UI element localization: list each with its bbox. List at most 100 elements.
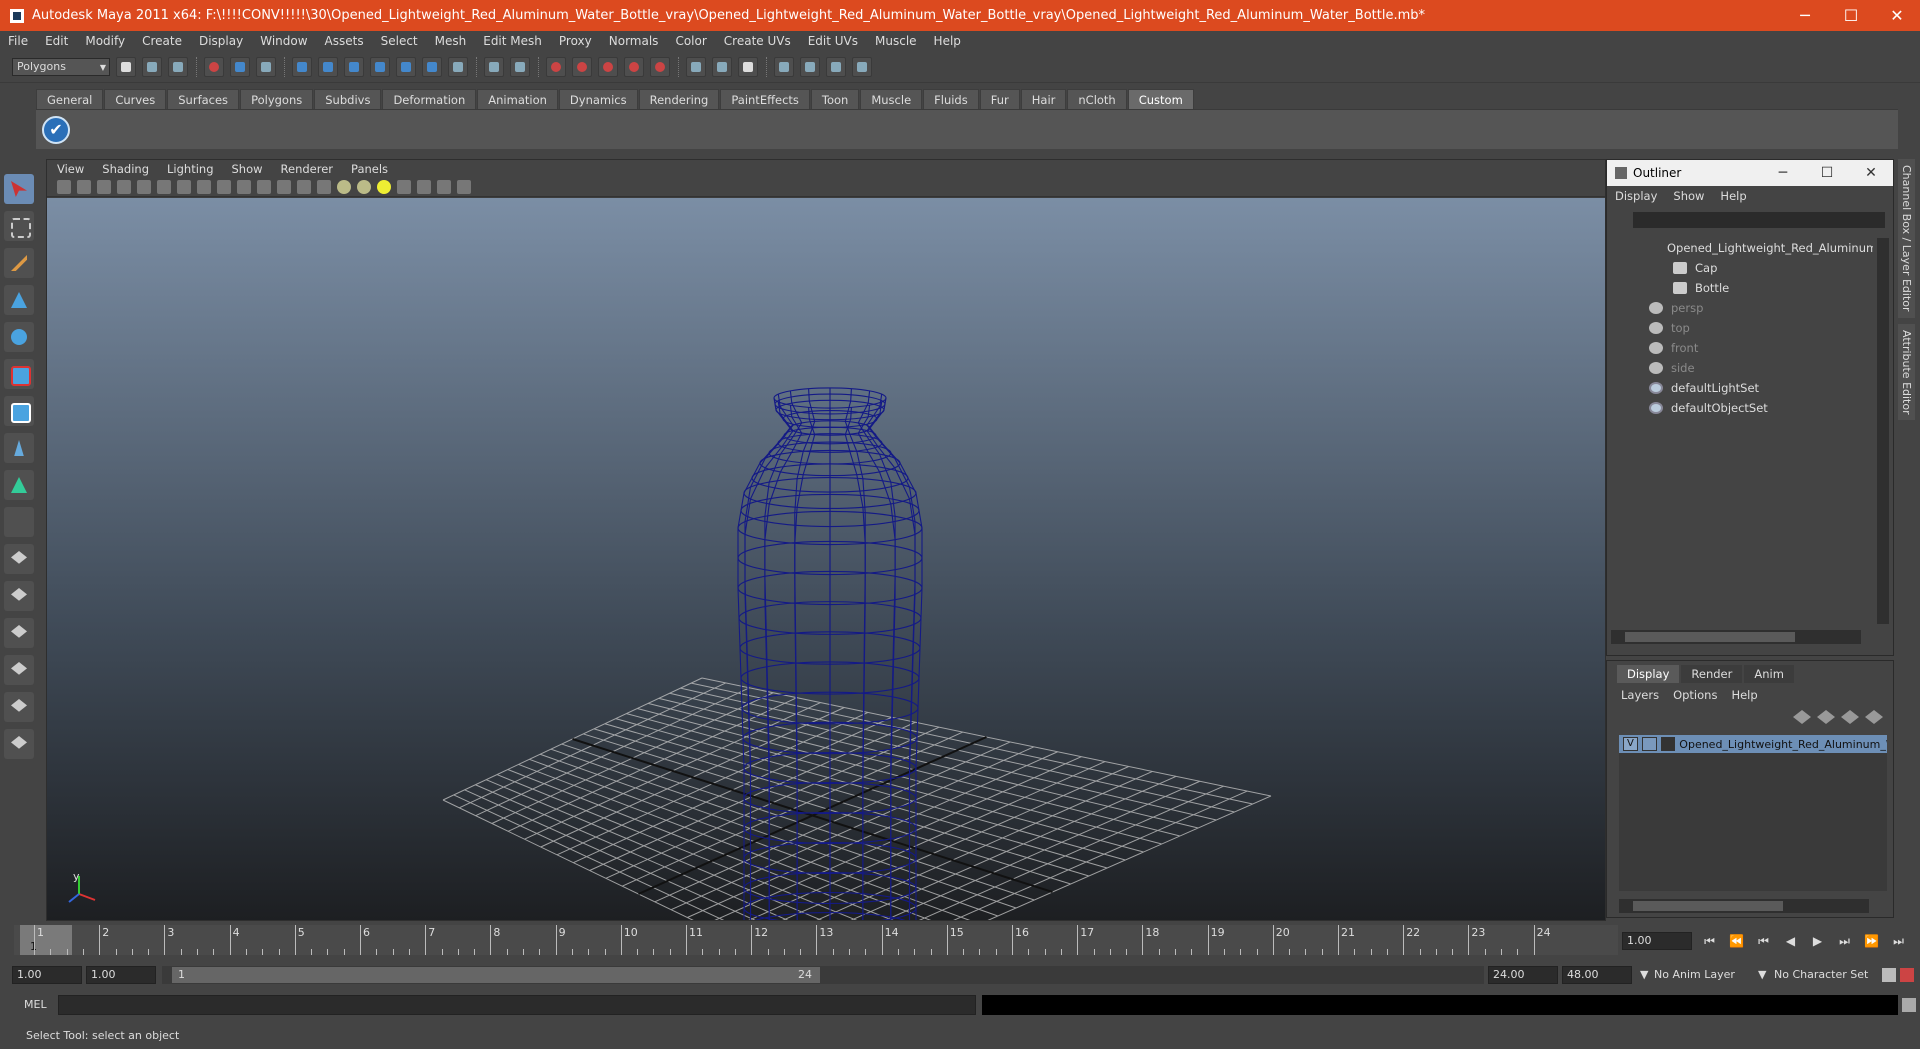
outliner-menu-show[interactable]: Show bbox=[1673, 189, 1704, 203]
smooth-shade-icon[interactable] bbox=[277, 180, 291, 194]
auto-key-icon[interactable] bbox=[1882, 968, 1896, 982]
shelf-tab-fur[interactable]: Fur bbox=[979, 89, 1020, 109]
tool-settings-icon[interactable] bbox=[800, 56, 820, 77]
snap-point-icon[interactable] bbox=[344, 56, 364, 77]
outliner-item-top[interactable]: top bbox=[1611, 318, 1873, 338]
step-forward-key-button[interactable]: ⏩ bbox=[1858, 932, 1885, 950]
show-manipulator-icon[interactable] bbox=[4, 470, 34, 500]
menu-proxy[interactable]: Proxy bbox=[559, 34, 592, 48]
shadows-icon[interactable] bbox=[377, 180, 391, 194]
menu-help[interactable]: Help bbox=[934, 34, 961, 48]
shelf-tab-surfaces[interactable]: Surfaces bbox=[167, 89, 240, 109]
layer-color-swatch[interactable] bbox=[1660, 737, 1676, 751]
outliner-item-bottle[interactable]: Bottle bbox=[1611, 278, 1873, 298]
select-by-hierarchy-icon[interactable] bbox=[204, 56, 224, 77]
layer-row[interactable]: V Opened_Lightweight_Red_Aluminum_Wat bbox=[1619, 735, 1887, 753]
shelf-tab-toon[interactable]: Toon bbox=[810, 89, 860, 109]
menu-window[interactable]: Window bbox=[260, 34, 307, 48]
shelf-tab-polygons[interactable]: Polygons bbox=[240, 89, 314, 109]
viewport-menu-view[interactable]: View bbox=[57, 162, 84, 176]
step-back-frame-button[interactable]: ⏮ bbox=[1750, 932, 1777, 950]
side-tab-channel-box-layer-editor[interactable]: Channel Box / Layer Editor bbox=[1898, 159, 1915, 318]
shelf-tab-fluids[interactable]: Fluids bbox=[923, 89, 979, 109]
character-set-dropdown-arrow[interactable]: ▼ bbox=[1758, 966, 1766, 984]
wireframe-icon[interactable] bbox=[257, 180, 271, 194]
shelf-tab-custom[interactable]: Custom bbox=[1127, 89, 1194, 109]
playback-end-field[interactable]: 24.00 bbox=[1488, 966, 1558, 984]
new-scene-icon[interactable] bbox=[116, 56, 136, 77]
persp-graph-hypergraph-layout-icon[interactable] bbox=[4, 729, 34, 759]
step-back-key-button[interactable]: ⏪ bbox=[1723, 932, 1750, 950]
snap-grid-icon[interactable] bbox=[292, 56, 312, 77]
anim-layer-dropdown-arrow[interactable]: ▼ bbox=[1640, 966, 1648, 984]
time-slider[interactable]: 1 12345678910111213141516171819202122232… bbox=[14, 925, 1618, 955]
select-by-component-icon[interactable] bbox=[256, 56, 276, 77]
layer-tab-render[interactable]: Render bbox=[1681, 665, 1743, 683]
new-layer-icon[interactable] bbox=[1841, 710, 1859, 724]
menu-set-dropdown[interactable]: Polygons bbox=[12, 57, 110, 76]
render-view-icon[interactable] bbox=[650, 56, 670, 77]
highlight-selection-icon[interactable] bbox=[510, 56, 530, 77]
menu-create[interactable]: Create bbox=[142, 34, 182, 48]
shelf-tab-animation[interactable]: Animation bbox=[477, 89, 558, 109]
safe-action-icon[interactable] bbox=[217, 180, 231, 194]
minimize-button[interactable]: ─ bbox=[1782, 0, 1828, 31]
show-hide-icon[interactable] bbox=[738, 56, 758, 77]
field-chart-icon[interactable] bbox=[197, 180, 211, 194]
persp-graph-layout-icon[interactable] bbox=[4, 655, 34, 685]
rename-icon[interactable] bbox=[712, 56, 732, 77]
play-backwards-button[interactable]: ◀ bbox=[1777, 932, 1804, 950]
four-view-layout-icon[interactable] bbox=[4, 581, 34, 611]
open-scene-icon[interactable] bbox=[142, 56, 162, 77]
layer-horizontal-scrollbar[interactable] bbox=[1619, 899, 1869, 913]
layer-display-type-toggle[interactable] bbox=[1641, 737, 1657, 751]
move-layer-up-icon[interactable] bbox=[1793, 710, 1811, 724]
rotate-tool-icon[interactable] bbox=[4, 322, 34, 352]
outliner-horizontal-scrollbar[interactable] bbox=[1611, 630, 1861, 644]
animation-start-field[interactable]: 1.00 bbox=[12, 966, 82, 984]
xray-icon[interactable] bbox=[317, 180, 331, 194]
scale-tool-icon[interactable] bbox=[4, 359, 34, 389]
outliner-maximize-button[interactable]: ☐ bbox=[1805, 165, 1849, 181]
render-globals-icon[interactable] bbox=[774, 56, 794, 77]
perspective-viewport[interactable]: View Shading Lighting Show Renderer Panels bbox=[46, 159, 1606, 921]
viewport-scene[interactable]: y bbox=[47, 198, 1605, 920]
history-icon[interactable] bbox=[422, 56, 442, 77]
menu-mesh[interactable]: Mesh bbox=[435, 34, 467, 48]
viewport-menu-panels[interactable]: Panels bbox=[351, 162, 388, 176]
shelf-tab-dynamics[interactable]: Dynamics bbox=[558, 89, 638, 109]
shelf-tab-muscle[interactable]: Muscle bbox=[860, 89, 923, 109]
select-by-object-icon[interactable] bbox=[230, 56, 250, 77]
menu-display[interactable]: Display bbox=[199, 34, 243, 48]
play-forwards-button[interactable]: ▶ bbox=[1804, 932, 1831, 950]
viewport-menu-renderer[interactable]: Renderer bbox=[281, 162, 334, 176]
outliner-item-cap[interactable]: Cap bbox=[1611, 258, 1873, 278]
snap-curve-icon[interactable] bbox=[318, 56, 338, 77]
shelf-tab-hair[interactable]: Hair bbox=[1020, 89, 1067, 109]
outliner-item-defaultlightset[interactable]: defaultLightSet bbox=[1611, 378, 1873, 398]
outliner-menu-help[interactable]: Help bbox=[1720, 189, 1746, 203]
resolution-gate-icon[interactable] bbox=[157, 180, 171, 194]
menu-assets[interactable]: Assets bbox=[325, 34, 364, 48]
menu-edit[interactable]: Edit bbox=[45, 34, 68, 48]
character-set-dropdown[interactable]: No Character Set bbox=[1774, 966, 1868, 984]
save-scene-icon[interactable] bbox=[168, 56, 188, 77]
hypershade-icon[interactable] bbox=[624, 56, 644, 77]
single-perspective-layout-icon[interactable] bbox=[4, 544, 34, 574]
manipulator-tool-icon[interactable] bbox=[4, 396, 34, 426]
viewport-menu-lighting[interactable]: Lighting bbox=[167, 162, 213, 176]
outliner-item-side[interactable]: side bbox=[1611, 358, 1873, 378]
shelf-tab-deformation[interactable]: Deformation bbox=[382, 89, 477, 109]
grid-toggle-icon[interactable] bbox=[117, 180, 131, 194]
menu-modify[interactable]: Modify bbox=[85, 34, 125, 48]
outliner-minimize-button[interactable]: ─ bbox=[1761, 165, 1805, 181]
side-tab-attribute-editor[interactable]: Attribute Editor bbox=[1898, 323, 1915, 421]
layer-tab-display[interactable]: Display bbox=[1617, 665, 1680, 683]
last-tool-icon[interactable] bbox=[4, 507, 34, 537]
range-slider-handle[interactable]: 1 24 bbox=[172, 967, 820, 983]
gate-mask-icon[interactable] bbox=[177, 180, 191, 194]
layer-menu-layers[interactable]: Layers bbox=[1621, 688, 1659, 702]
anim-layer-dropdown[interactable]: No Anim Layer bbox=[1654, 966, 1735, 984]
panel-layout-icon[interactable] bbox=[852, 56, 872, 77]
lasso-tool-icon[interactable] bbox=[4, 211, 34, 241]
